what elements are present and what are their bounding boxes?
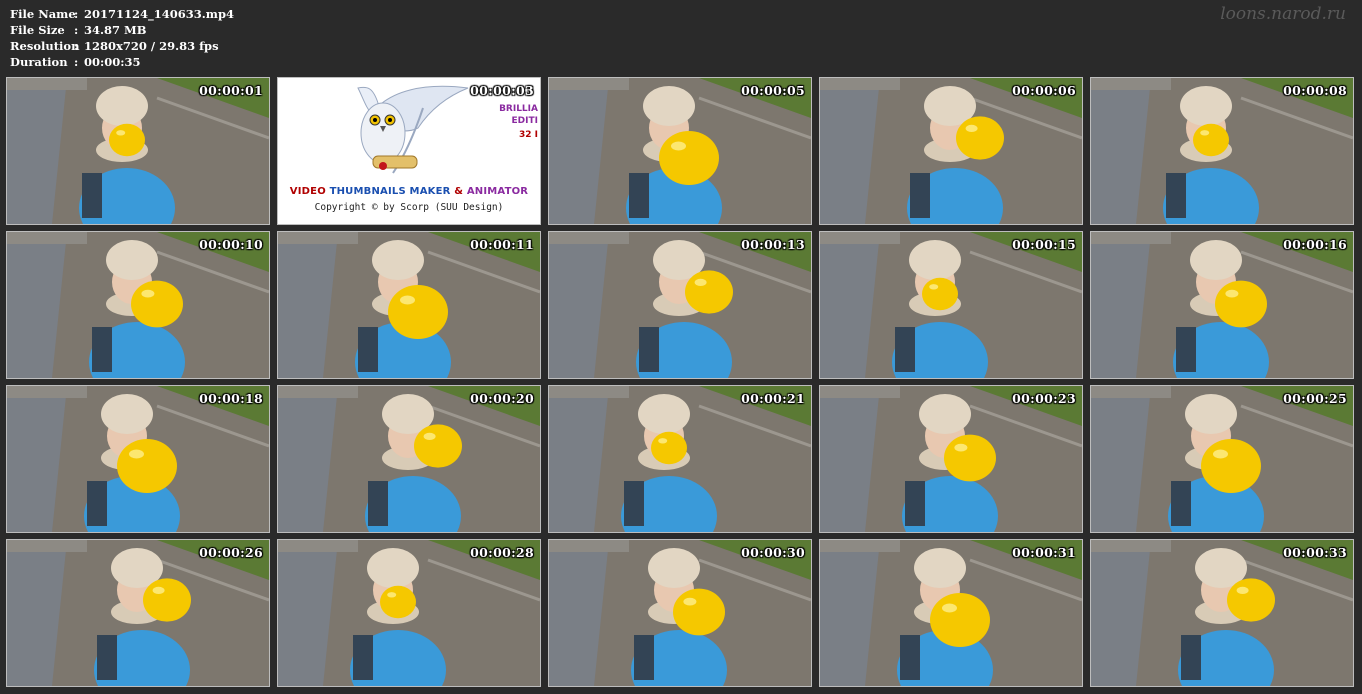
video-thumbnail: 00:00:16 — [1090, 231, 1354, 379]
thumbnail-timestamp: 00:00:23 — [1012, 391, 1076, 406]
thumbnail-timestamp: 00:00:11 — [470, 237, 534, 252]
logo-title: VIDEO THUMBNAILS MAKER & ANIMATOR — [278, 186, 540, 197]
video-thumbnail: 00:00:15 — [819, 231, 1083, 379]
video-thumbnail: 00:00:33 — [1090, 539, 1354, 687]
info-separator: : — [74, 23, 79, 37]
watermark: loons.narod.ru — [1220, 4, 1346, 24]
video-thumbnail: 00:00:30 — [548, 539, 812, 687]
info-value: 00:00:35 — [84, 55, 141, 69]
video-thumbnail: 00:00:10 — [6, 231, 270, 379]
info-separator: : — [74, 39, 79, 53]
video-thumbnail: 00:00:31 — [819, 539, 1083, 687]
video-thumbnail: 00:00:20 — [277, 385, 541, 533]
video-thumbnail: 00:00:11 — [277, 231, 541, 379]
thumbnail-timestamp: 00:00:16 — [1283, 237, 1347, 252]
video-thumbnail: 00:00:08 — [1090, 77, 1354, 225]
video-thumbnail: 00:00:26 — [6, 539, 270, 687]
thumbnail-timestamp: 00:00:06 — [1012, 83, 1076, 98]
thumbnail-timestamp: 00:00:21 — [741, 391, 805, 406]
thumbnail-grid: 00:00:01 BRILLIA EDITI 32 I VIDEO THUMBNAILS… — [6, 77, 1358, 690]
thumbnail-timestamp: 00:00:08 — [1283, 83, 1347, 98]
thumbnail-timestamp: 00:00:03 — [470, 83, 534, 98]
logo-title-part: & — [450, 186, 467, 197]
thumbnail-timestamp: 00:00:13 — [741, 237, 805, 252]
info-label: File Name — [10, 7, 76, 21]
thumbnail-timestamp: 00:00:05 — [741, 83, 805, 98]
info-value: 34.87 MB — [84, 23, 147, 37]
video-thumbnail: 00:00:13 — [548, 231, 812, 379]
info-label: Duration — [10, 55, 68, 69]
info-value: 20171124_140633.mp4 — [84, 7, 234, 21]
video-thumbnail: 00:00:06 — [819, 77, 1083, 225]
thumbnail-timestamp: 00:00:30 — [741, 545, 805, 560]
logo-edition-line-2: EDITI — [511, 116, 538, 126]
video-thumbnail: 00:00:23 — [819, 385, 1083, 533]
thumbnail-timestamp: 00:00:26 — [199, 545, 263, 560]
thumbnail-timestamp: 00:00:10 — [199, 237, 263, 252]
video-thumbnail: 00:00:01 — [6, 77, 270, 225]
logo-copyright: Copyright © by Scorp (SUU Design) — [314, 202, 504, 213]
info-row-file-name: File Name: 20171124_140633.mp4 — [10, 6, 234, 22]
logo-edition-line-1: BRILLIA — [499, 104, 538, 114]
thumbnail-timestamp: 00:00:01 — [199, 83, 263, 98]
video-thumbnail: 00:00:28 — [277, 539, 541, 687]
thumbnail-timestamp: 00:00:20 — [470, 391, 534, 406]
info-separator: : — [74, 7, 79, 21]
thumbnail-timestamp: 00:00:25 — [1283, 391, 1347, 406]
video-thumbnail: 00:00:25 — [1090, 385, 1354, 533]
info-label: File Size — [10, 23, 65, 37]
info-row-file-size: File Size:34.87 MB — [10, 22, 234, 38]
file-info-panel: File Name: 20171124_140633.mp4 File Size:… — [10, 6, 234, 70]
thumbnail-timestamp: 00:00:31 — [1012, 545, 1076, 560]
thumbnail-timestamp: 00:00:18 — [199, 391, 263, 406]
video-thumbnail: 00:00:21 — [548, 385, 812, 533]
logo-thumbnail: BRILLIA EDITI 32 I VIDEO THUMBNAILS MAKER &… — [277, 77, 541, 225]
video-thumbnail: 00:00:18 — [6, 385, 270, 533]
thumbnail-timestamp: 00:00:33 — [1283, 545, 1347, 560]
info-separator: : — [74, 55, 79, 69]
thumbnail-timestamp: 00:00:15 — [1012, 237, 1076, 252]
thumbnail-timestamp: 00:00:28 — [470, 545, 534, 560]
info-row-resolution: Resolution: 1280x720 / 29.83 fps — [10, 38, 234, 54]
logo-edition-line-3: 32 I — [518, 130, 538, 140]
info-label: Resolution — [10, 39, 80, 53]
info-row-duration: Duration:00:00:35 — [10, 54, 234, 70]
info-value: 1280x720 / 29.83 fps — [84, 39, 219, 53]
video-thumbnail: 00:00:05 — [548, 77, 812, 225]
logo-title-part: VIDEO — [289, 186, 330, 197]
logo-title-part: THUMBNAILS MAKER — [329, 186, 451, 197]
logo-title-part: ANIMATOR — [466, 186, 529, 197]
